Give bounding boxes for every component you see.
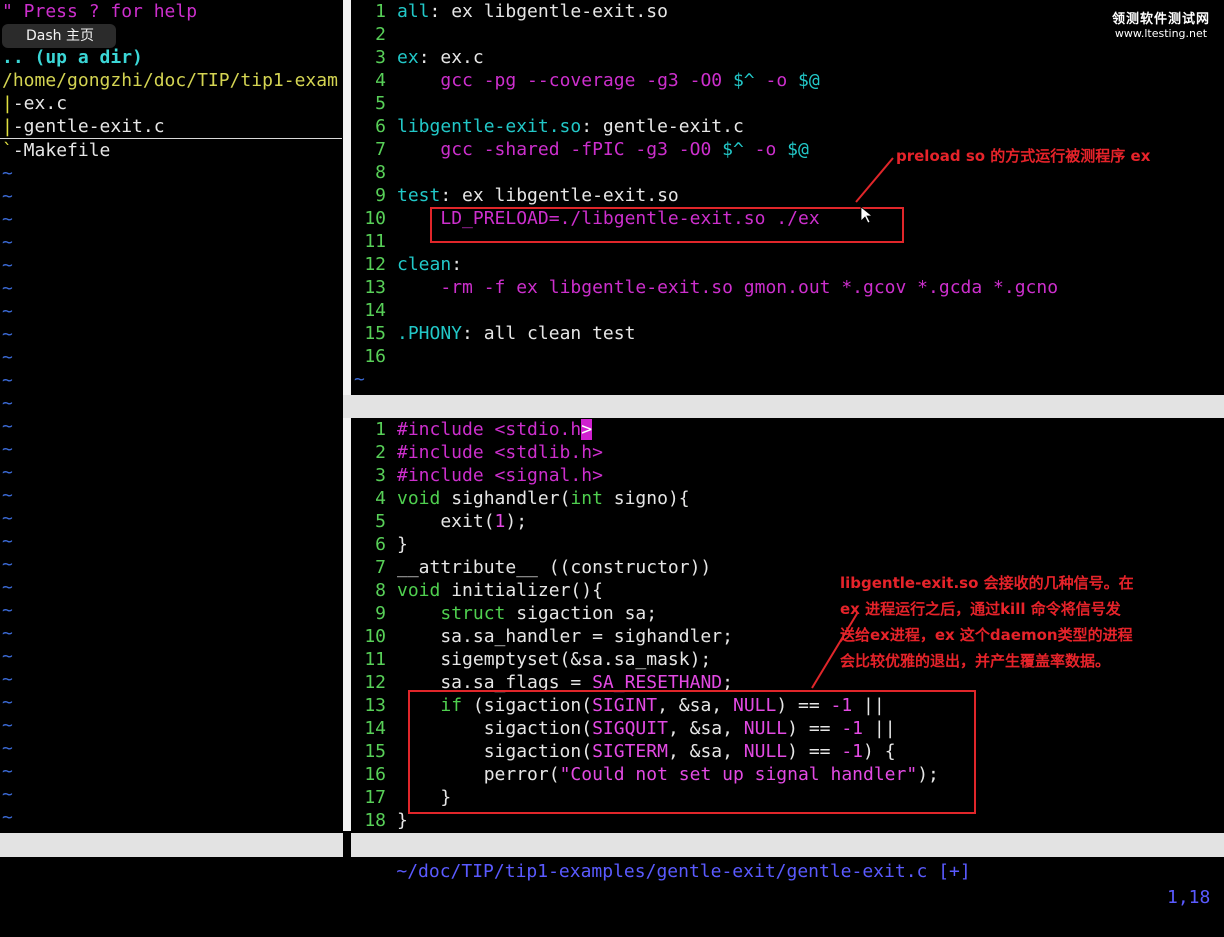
makefile-status-line: Makefile 1,1 — [343, 395, 1224, 463]
nerdtree-empty-line-marker: ~ — [2, 278, 13, 299]
source-code-line[interactable]: 3 #include <signal.h> — [352, 464, 1224, 487]
nerdtree-empty-line-marker: ~ — [2, 600, 13, 621]
nerdtree-file-gentle-exit-c[interactable]: |-gentle-exit.c — [0, 115, 342, 139]
source-code-line[interactable]: 6} — [352, 533, 1224, 556]
nerdtree-empty-line-marker: ~ — [2, 623, 13, 644]
nerdtree-status-all: 全部 — [297, 887, 333, 908]
nerdtree-empty-line-marker: ~ — [2, 163, 13, 184]
signals-annotation: libgentle-exit.so 会接收的几种信号。在 ex 进程运行之后，通… — [840, 570, 1134, 674]
nerdtree-empty-line-marker: ~ — [2, 807, 13, 828]
nerdtree-status-text: <042_NERD_tree_ 6,1 — [43, 861, 250, 882]
bottom-status-line: <042_NERD_tree_ 6,1 全部 ~/doc/TIP/tip1-ex… — [0, 831, 1224, 908]
nerdtree-empty-line-marker: ~ — [2, 669, 13, 690]
nerdtree-empty-line-marker: ~ — [2, 692, 13, 713]
makefile-code-line[interactable]: 13 -rm -f ex libgentle-exit.so gmon.out … — [352, 276, 1224, 299]
watermark-logo: 领测软件测试网 www.ltesting.net — [1112, 8, 1210, 40]
nerdtree-empty-line-marker: ~ — [2, 531, 13, 552]
makefile-code-line[interactable]: 16 — [352, 345, 1224, 368]
source-status-path: ~/doc/TIP/tip1-examples/gentle-exit/gent… — [396, 861, 971, 882]
nerdtree-up-dir[interactable]: .. (up a dir) — [0, 46, 342, 69]
makefile-code-line[interactable]: 2 — [352, 23, 1224, 46]
makefile-code-line[interactable]: 3 ex: ex.c — [352, 46, 1224, 69]
nerdtree-empty-line-marker: ~ — [2, 462, 13, 483]
nerdtree-empty-line-marker: ~ — [2, 784, 13, 805]
nerdtree-empty-line-marker: ~ — [2, 301, 13, 322]
nerdtree-empty-line-marker: ~ — [2, 554, 13, 575]
nerdtree-empty-line-marker: ~ — [2, 393, 13, 414]
makefile-code-line[interactable]: 9 test: ex libgentle-exit.so — [352, 184, 1224, 207]
nerdtree-empty-line-marker: ~ — [2, 324, 13, 345]
source-code-line[interactable]: 4 void sighandler(int signo){ — [352, 487, 1224, 510]
nerdtree-status: <042_NERD_tree_ 6,1 全部 — [0, 833, 343, 908]
source-code-line[interactable]: 5 exit(1); — [352, 510, 1224, 533]
nerdtree-empty-line-marker: ~ — [2, 255, 13, 276]
nerdtree-help-text: " Press ? for help — [2, 1, 198, 22]
source-code-line[interactable]: 2 #include <stdlib.h> — [352, 441, 1224, 464]
makefile-editor-pane[interactable]: 1 all: ex libgentle-exit.so 2 3 ex: ex.c 4 gc… — [352, 0, 1224, 395]
makefile-code-line[interactable]: 12 clean: — [352, 253, 1224, 276]
signals-annotation-line: libgentle-exit.so 会接收的几种信号。在 — [840, 574, 1134, 592]
nerdtree-empty-line-marker: ~ — [2, 439, 13, 460]
makefile-code-line[interactable]: 14 — [352, 299, 1224, 322]
preload-annotation: preload so 的方式运行被测程序 ex — [896, 147, 1151, 165]
source-status: ~/doc/TIP/tip1-examples/gentle-exit/gent… — [351, 833, 1224, 908]
nerdtree-empty-line-marker: ~ — [2, 186, 13, 207]
nerdtree-empty-line-marker: ~ — [2, 646, 13, 667]
nerdtree-empty-line-marker: ~ — [2, 209, 13, 230]
signals-annotation-line: 会比较优雅的退出，并产生覆盖率数据。 — [840, 652, 1111, 670]
sigaction-highlight-box — [408, 690, 976, 814]
makefile-code-line[interactable]: 5 — [352, 92, 1224, 115]
makefile-code-line[interactable]: 6 libgentle-exit.so: gentle-exit.c — [352, 115, 1224, 138]
nerdtree-file-ex-c[interactable]: |-ex.c — [0, 92, 342, 115]
nerdtree-empty-line-marker: ~ — [2, 738, 13, 759]
source-code-line[interactable]: 1 #include <stdio.h> — [352, 418, 1224, 441]
nerdtree-empty-line-marker: ~ — [2, 485, 13, 506]
nerdtree-empty-line-marker: ~ — [2, 577, 13, 598]
nerdtree-empty-line-marker: ~ — [2, 370, 13, 391]
watermark-url: www.ltesting.net — [1114, 27, 1208, 40]
nerdtree-empty-line-marker: ~ — [2, 416, 13, 437]
signals-annotation-line: ex 进程运行之后，通过kill 命令将信号发 — [840, 600, 1121, 618]
nerdtree-pane[interactable]: " Press ? for help .. (up a dir) /home/g… — [0, 0, 342, 831]
nerdtree-file-makefile[interactable]: `-Makefile — [0, 139, 342, 162]
makefile-empty-line-marker: ~ — [354, 369, 365, 390]
makefile-code-line[interactable]: 4 gcc -pg --coverage -g3 -O0 $^ -o $@ — [352, 69, 1224, 92]
nerdtree-empty-line-marker: ~ — [2, 347, 13, 368]
dash-home-tooltip: Dash 主页 — [2, 24, 116, 48]
nerdtree-current-path[interactable]: /home/gongzhi/doc/TIP/tip1-exam — [0, 69, 342, 92]
watermark-name: 领测软件测试网 — [1111, 12, 1210, 27]
signals-annotation-line: 送给ex进程，ex 这个daemon类型的进程 — [840, 626, 1133, 644]
nerdtree-empty-line-marker: ~ — [2, 715, 13, 736]
nerdtree-empty-line-marker: ~ — [2, 508, 13, 529]
preload-highlight-box — [430, 207, 904, 243]
nerdtree-empty-line-marker: ~ — [2, 761, 13, 782]
nerdtree-empty-line-marker: ~ — [2, 232, 13, 253]
makefile-code-line[interactable]: 15 .PHONY: all clean test — [352, 322, 1224, 345]
makefile-code-line[interactable]: 1 all: ex libgentle-exit.so — [352, 0, 1224, 23]
source-status-position: 1,18 — [1167, 887, 1211, 908]
